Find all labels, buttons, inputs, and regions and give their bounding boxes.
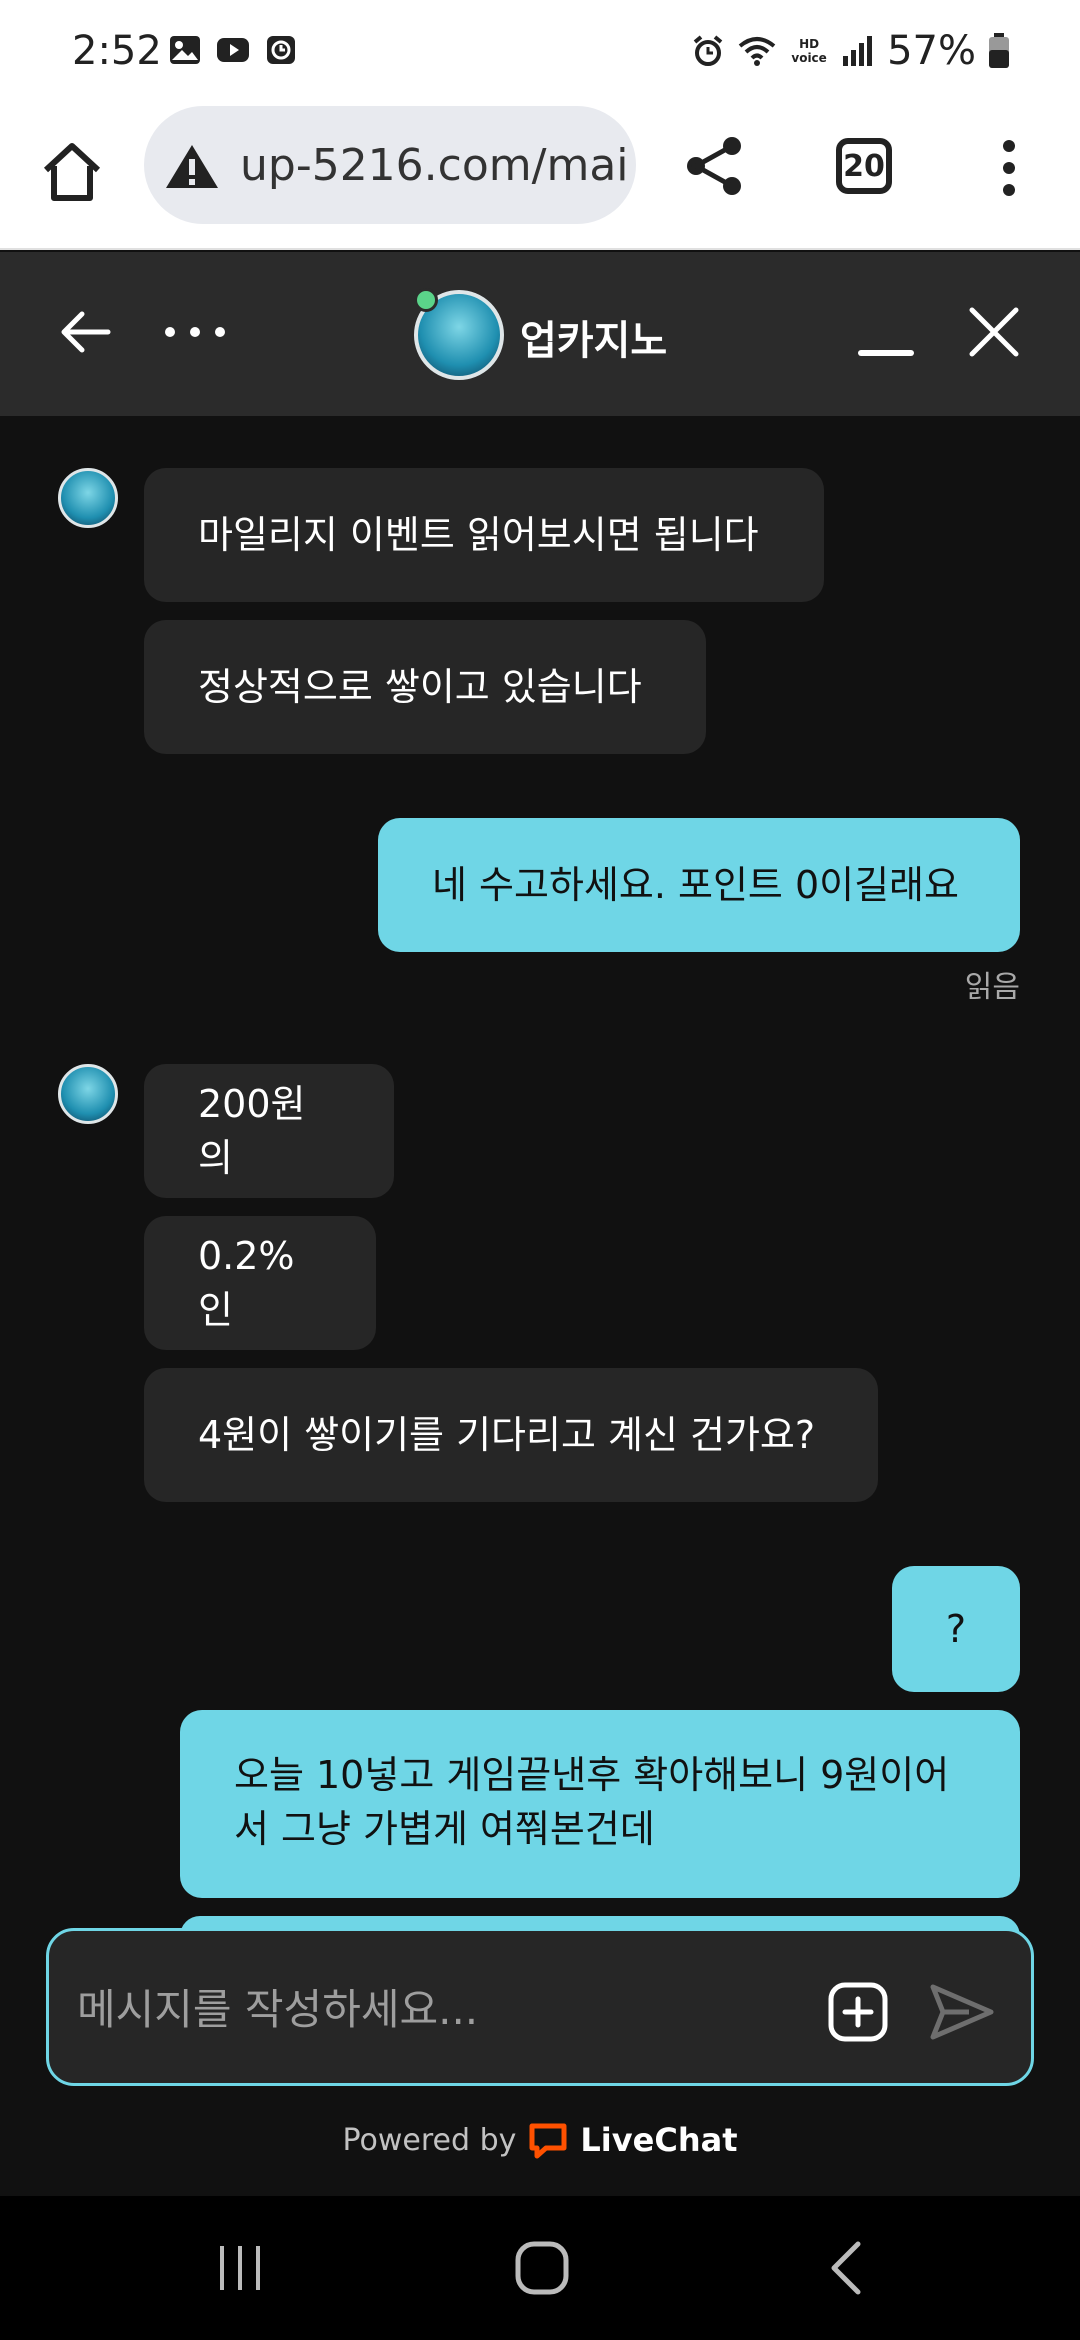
back-arrow-icon[interactable] [56, 304, 112, 360]
more-vert-icon[interactable] [994, 136, 1024, 200]
address-bar[interactable]: up-5216.com/mai [144, 106, 636, 224]
livechat-logo-icon [529, 2123, 567, 2159]
wifi-icon [738, 37, 776, 66]
recent-apps-icon[interactable] [210, 2240, 270, 2296]
powered-by-footer[interactable]: Powered by LiveChat [0, 2118, 1080, 2162]
powered-by-label: Powered by [342, 2122, 517, 2158]
message-bubble-agent: 0.2%인 [144, 1216, 376, 1350]
chat-title: 업카지노 [520, 318, 668, 364]
url-text[interactable]: up-5216.com/mai [240, 140, 629, 191]
browser-toolbar: up-5216.com/mai 20 [0, 100, 1080, 250]
status-bar: 2:52 HD voice 57% [0, 0, 1080, 100]
chat-header: 업카지노 [0, 252, 1080, 416]
home-nav-icon[interactable] [512, 2240, 572, 2296]
hd-voice-icon: HD voice [791, 37, 827, 65]
close-icon[interactable] [966, 304, 1022, 360]
status-time: 2:52 [72, 28, 162, 74]
tab-switcher-button[interactable]: 20 [836, 138, 892, 194]
share-icon[interactable] [682, 134, 746, 198]
battery-percent: 57% [887, 28, 976, 74]
message-bubble-user: 네 수고하세요. 포인트 0이길래요 [378, 818, 1020, 952]
message-bubble-agent: 마일리지 이벤트 읽어보시면 됩니다 [144, 468, 824, 602]
online-status-dot [414, 288, 438, 312]
notification-icons [168, 34, 298, 66]
alarm-icon [693, 35, 723, 66]
back-nav-icon[interactable] [818, 2240, 878, 2296]
livechat-brand: LiveChat [580, 2121, 738, 2159]
send-icon[interactable] [929, 1981, 995, 2043]
signal-icon [843, 36, 873, 66]
message-bubble-user: 오늘 10넣고 게임끝낸후 확아해보니 9원이어 서 그냥 가볍게 여쭤본건데 [180, 1710, 1020, 1898]
agent-avatar-small [58, 468, 118, 528]
clock-app-icon [267, 36, 295, 64]
gallery-icon [170, 36, 200, 64]
add-attachment-icon[interactable] [827, 1981, 889, 2043]
message-bubble-agent: 4원이 쌓이기를 기다리고 계신 건가요? [144, 1368, 878, 1502]
system-navigation-bar [0, 2196, 1080, 2340]
message-bubble-agent: 정상적으로 쌓이고 있습니다 [144, 620, 706, 754]
minimize-icon[interactable] [858, 350, 914, 356]
home-icon[interactable] [36, 136, 108, 208]
battery-icon [989, 33, 1009, 68]
message-input[interactable] [77, 1971, 817, 2047]
agent-avatar-small [58, 1064, 118, 1124]
message-composer [46, 1928, 1034, 2086]
message-bubble-user: ? [892, 1566, 1020, 1692]
system-status: HD voice 57% [691, 28, 1010, 74]
youtube-icon [217, 38, 249, 62]
more-horiz-icon[interactable] [160, 304, 230, 360]
message-bubble-agent: 200원의 [144, 1064, 394, 1198]
read-receipt: 읽음 [964, 970, 1020, 1005]
warning-icon[interactable] [164, 142, 220, 190]
